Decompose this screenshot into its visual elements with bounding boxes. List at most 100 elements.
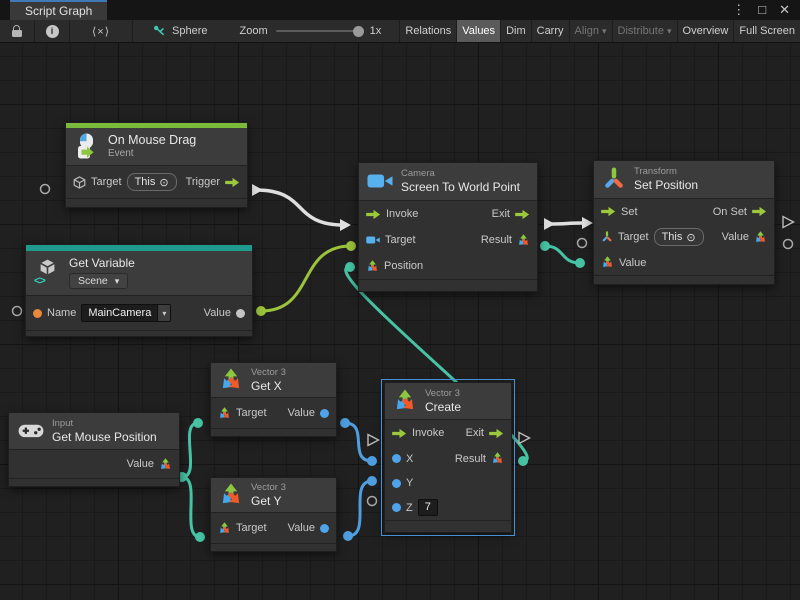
flow-out-icon[interactable] <box>225 177 240 188</box>
variable-name-field[interactable]: MainCamera <box>81 304 158 322</box>
z-value-field[interactable]: 7 <box>418 499 438 516</box>
camera-icon <box>367 172 393 190</box>
code-icon: ⟨×⟩ <box>92 25 110 38</box>
transform-icon <box>602 167 626 191</box>
mouse-drag-icon <box>74 133 100 159</box>
node-category: Transform <box>634 166 698 177</box>
port-label-value: Value <box>288 407 315 419</box>
flow-out-icon[interactable] <box>752 206 767 217</box>
chevron-down-icon: ▾ <box>667 26 672 37</box>
variable-name-dropdown[interactable]: ▾ <box>158 304 171 322</box>
zoom-slider-handle[interactable] <box>353 26 364 37</box>
tab-title: Script Graph <box>25 4 92 18</box>
lock-button[interactable] <box>0 20 35 42</box>
port-value-dot[interactable] <box>320 409 329 418</box>
node-get-variable[interactable]: <> Get Variable Scene ▾ Name MainCamera … <box>25 244 253 337</box>
node-category: Camera <box>401 168 520 179</box>
node-set-position[interactable]: Transform Set Position Set On Set Target… <box>593 160 775 285</box>
port-label-value: Value <box>204 307 231 319</box>
port-label-value-in: Value <box>619 257 646 269</box>
port-z-dot[interactable] <box>392 503 401 512</box>
node-title: Get X <box>251 379 286 393</box>
flow-in-icon[interactable] <box>601 206 616 217</box>
port-label-value-out: Value <box>722 231 749 243</box>
graph-breadcrumb[interactable]: Sphere <box>133 20 217 42</box>
node-on-mouse-drag[interactable]: On Mouse Drag Event Target This ⊙ Trigge… <box>65 122 248 208</box>
vector3-icon <box>219 368 243 392</box>
vector3-port-icon[interactable] <box>491 452 504 465</box>
gameobject-cube-icon[interactable] <box>73 176 86 189</box>
vector3-port-icon[interactable] <box>366 260 379 273</box>
transform-port-icon[interactable] <box>601 231 613 243</box>
fullscreen-button[interactable]: Full Screen <box>734 20 800 42</box>
info-icon: i <box>46 25 59 38</box>
port-label-name: Name <box>47 307 76 319</box>
node-get-x[interactable]: Vector 3 Get X Target Value <box>210 362 337 437</box>
port-label-exit: Exit <box>492 208 510 220</box>
chevron-down-icon: ▾ <box>602 26 607 37</box>
port-label-y: Y <box>406 477 413 489</box>
port-label-value: Value <box>288 522 315 534</box>
port-value-dot[interactable] <box>320 524 329 533</box>
port-label-set: Set <box>621 206 638 218</box>
port-label-z: Z <box>406 502 413 514</box>
vector3-port-icon[interactable] <box>754 231 767 244</box>
node-get-y[interactable]: Vector 3 Get Y Target Value <box>210 477 337 552</box>
node-get-mouse-position[interactable]: Input Get Mouse Position Value <box>8 412 180 487</box>
close-icon[interactable]: ✕ <box>779 0 790 20</box>
vector3-port-icon[interactable] <box>601 256 614 269</box>
relations-button[interactable]: Relations <box>399 20 457 42</box>
target-picker-icon: ⊙ <box>159 176 168 189</box>
camera-port-icon[interactable] <box>366 235 380 245</box>
dim-button[interactable]: Dim <box>501 20 532 42</box>
variable-scope-dropdown[interactable]: Scene ▾ <box>69 273 128 289</box>
vector3-port-icon[interactable] <box>517 234 530 247</box>
node-screen-to-world-point[interactable]: Camera Screen To World Point Invoke Exit… <box>358 162 538 292</box>
vector3-port-icon[interactable] <box>159 458 172 471</box>
distribute-button[interactable]: Distribute▾ <box>613 20 678 42</box>
inspect-button[interactable]: i <box>35 20 70 42</box>
zoom-slider[interactable] <box>276 30 362 32</box>
node-category: Vector 3 <box>251 367 286 378</box>
port-y-dot[interactable] <box>392 479 401 488</box>
align-button[interactable]: Align▾ <box>570 20 613 42</box>
port-name-dot[interactable] <box>33 309 42 318</box>
port-label-result: Result <box>455 453 486 465</box>
flow-out-icon[interactable] <box>489 428 504 439</box>
port-label-result: Result <box>481 234 512 246</box>
toolbar: i ⟨×⟩ Sphere Zoom 1x Relations Values Di… <box>0 20 800 43</box>
node-subtitle: Event <box>108 148 196 159</box>
menu-icon[interactable]: ⋮ <box>732 0 745 20</box>
port-label-invoke: Invoke <box>386 208 418 220</box>
target-this-chip[interactable]: This ⊙ <box>127 173 177 191</box>
target-this-chip[interactable]: This ⊙ <box>654 228 704 246</box>
port-x-dot[interactable] <box>392 454 401 463</box>
node-vector3-create[interactable]: Vector 3 Create Invoke Exit X Result <box>384 382 512 533</box>
code-preview-button[interactable]: ⟨×⟩ <box>70 20 133 42</box>
flow-in-icon[interactable] <box>392 428 407 439</box>
maximize-icon[interactable]: □ <box>758 0 766 20</box>
chevron-down-icon: ▾ <box>162 309 166 318</box>
values-button[interactable]: Values <box>457 20 501 42</box>
node-title: Screen To World Point <box>401 180 520 194</box>
port-label-value: Value <box>127 458 154 470</box>
carry-button[interactable]: Carry <box>532 20 570 42</box>
port-label-target: Target <box>236 407 267 419</box>
port-label-x: X <box>406 453 413 465</box>
port-value-dot[interactable] <box>236 309 245 318</box>
flow-out-icon[interactable] <box>515 209 530 220</box>
flow-in-icon[interactable] <box>366 209 381 220</box>
zoom-control: Zoom 1x <box>217 20 391 42</box>
overview-button[interactable]: Overview <box>678 20 735 42</box>
chevron-down-icon: ▾ <box>115 276 120 287</box>
gamepad-icon <box>18 423 44 439</box>
port-label-target: Target <box>236 522 267 534</box>
node-title: Get Mouse Position <box>52 430 157 444</box>
port-label-exit: Exit <box>466 427 484 439</box>
node-category: Vector 3 <box>251 482 286 493</box>
toolbar-right-buttons: Relations Values Dim Carry Align▾ Distri… <box>399 20 800 42</box>
tab-script-graph[interactable]: Script Graph <box>10 0 107 20</box>
vector3-port-icon[interactable] <box>218 522 231 535</box>
node-title: Get Variable <box>69 256 135 270</box>
vector3-port-icon[interactable] <box>218 407 231 420</box>
